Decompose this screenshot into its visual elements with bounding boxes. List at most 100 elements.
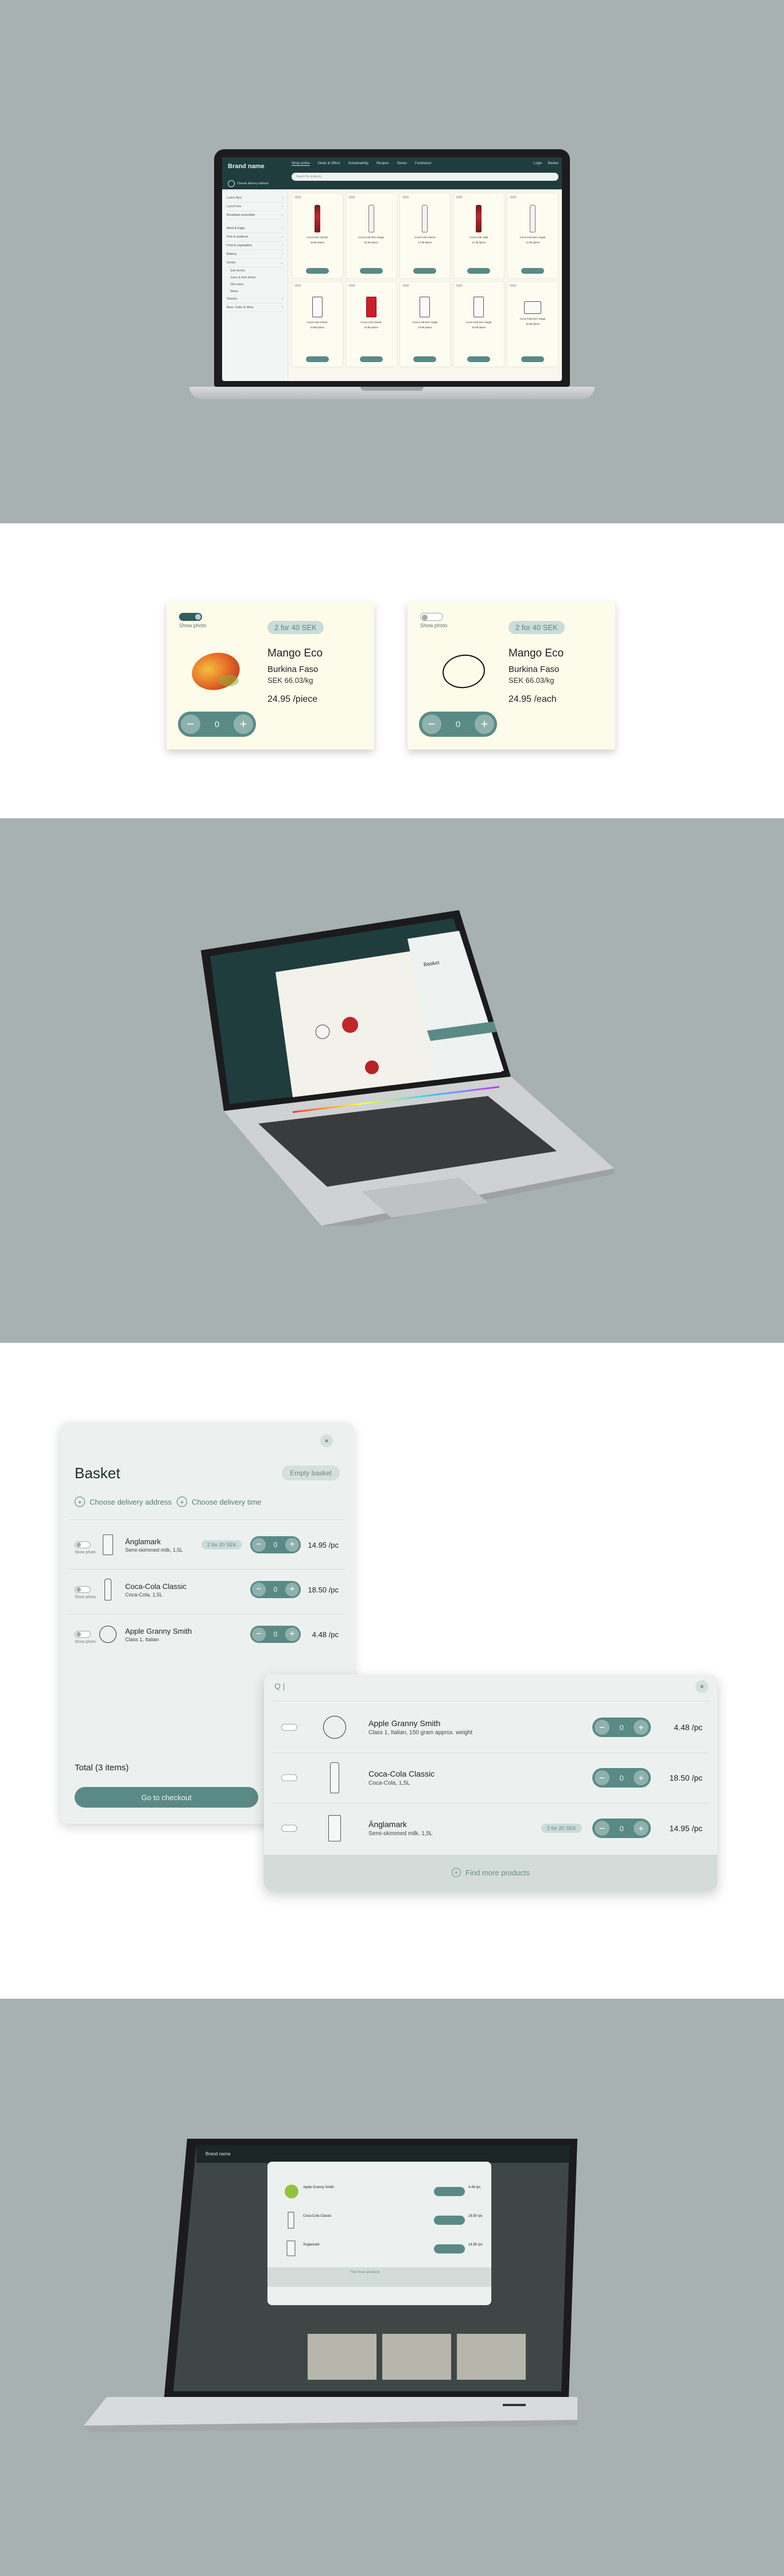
empty-basket-button[interactable]: Empty basket [282, 1466, 340, 1481]
product-card[interactable]: Coca-Cola Light 17.95 /piece [453, 193, 505, 279]
show-photo-toggle[interactable] [75, 1541, 91, 1548]
sidebar-item[interactable]: Beer, Cider & Wine › [227, 304, 283, 312]
quantity-stepper[interactable] [467, 356, 491, 362]
nav-fundraiser[interactable]: Fundraiser [415, 162, 432, 166]
sidebar-subitem[interactable]: Still water [227, 281, 283, 288]
nav-sustainability[interactable]: Sustainability [348, 162, 368, 166]
sidebar-item[interactable]: Lunch box › [227, 203, 283, 211]
sidebar-item[interactable]: Fruit & vegetables › [227, 242, 283, 250]
delivery-address[interactable]: Choose delivery address [222, 180, 288, 187]
plus-button[interactable]: + [285, 1583, 299, 1596]
show-photo-toggle[interactable] [456, 196, 463, 199]
sidebar-item[interactable]: Snacks › [227, 295, 283, 304]
show-photo-toggle[interactable] [348, 284, 355, 287]
product-card-photo[interactable]: Show photo 2 for 40 SEK Mango Eco Burkin… [166, 601, 374, 749]
nav-stores[interactable]: Stores [397, 162, 407, 166]
product-card[interactable]: Coca-Cola Zero Sugar 10.95 /piece [453, 281, 505, 367]
quantity-stepper[interactable] [359, 268, 383, 274]
sidebar-item[interactable]: Fish & seafood › [227, 233, 283, 242]
show-photo-toggle[interactable] [510, 284, 517, 287]
checkout-button[interactable]: Go to checkout [75, 1787, 258, 1808]
chevron-right-icon: › [282, 252, 283, 256]
sidebar-item[interactable]: Bakery › [227, 250, 283, 259]
sidebar-item[interactable]: Lunch Box › [227, 194, 283, 203]
nav-deals[interactable]: Deals & Offers [318, 162, 340, 166]
minus-button[interactable]: − [252, 1627, 266, 1641]
show-photo-toggle[interactable] [179, 613, 202, 621]
product-card[interactable]: Coca-Cola Classic 17.95 /piece [399, 193, 451, 279]
plus-button[interactable]: + [234, 714, 253, 734]
product-card[interactable]: Coca-Cola Zero Sugar 17.95 /piece [507, 193, 558, 279]
row-text: Coca-Cola Classic Coca-Cola, 1,5L [119, 1582, 187, 1598]
quantity-stepper[interactable] [467, 268, 491, 274]
show-photo-toggle[interactable] [75, 1631, 91, 1638]
sidebar-item-label: Lunch box [227, 205, 242, 208]
minus-button[interactable]: − [595, 1821, 610, 1836]
product-price: 10.95 /piece [310, 326, 325, 329]
show-photo-toggle[interactable] [294, 284, 301, 287]
minus-button[interactable]: − [252, 1583, 266, 1596]
plus-button[interactable]: + [633, 1770, 649, 1785]
show-photo-toggle[interactable] [402, 284, 409, 287]
minus-button[interactable]: − [181, 714, 200, 734]
show-photo-toggle[interactable] [348, 196, 355, 199]
brand-name[interactable]: Brand name [222, 157, 288, 176]
login-link[interactable]: Login [534, 162, 542, 166]
product-card-outline[interactable]: Show photo 2 for 40 SEK Mango Eco Burkin… [407, 601, 615, 749]
sidebar-item[interactable]: Breakfast essentials › [227, 211, 283, 220]
quantity-stepper[interactable] [359, 356, 383, 362]
nav-recipes[interactable]: Recipes [377, 162, 389, 166]
product-card[interactable]: Coca-Cola Zero Sugar 10.95 /piece [507, 281, 558, 367]
plus-button[interactable]: + [475, 714, 494, 734]
mango-photo [192, 652, 240, 690]
overlay-brand-name: Brand name [205, 2151, 231, 2157]
product-card[interactable]: Coca-Cola Classic 10.95 /piece [292, 281, 343, 367]
close-button[interactable]: × [320, 1435, 333, 1447]
basket-link[interactable]: Basket [548, 162, 558, 166]
close-button[interactable]: × [696, 1680, 708, 1693]
quantity-stepper: − 0 + [592, 1768, 651, 1788]
chevron-right-icon: › [282, 227, 283, 230]
quantity-stepper[interactable] [413, 268, 437, 274]
plus-button[interactable]: + [285, 1538, 299, 1552]
minus-button[interactable]: − [252, 1538, 266, 1552]
show-photo-toggle[interactable] [456, 284, 463, 287]
show-photo-toggle[interactable] [75, 1586, 91, 1593]
search-input[interactable]: Search for products [292, 173, 558, 181]
plus-button[interactable]: + [633, 1720, 649, 1735]
show-photo-toggle[interactable] [420, 613, 443, 621]
show-photo-toggle[interactable] [402, 196, 409, 199]
choose-delivery-time-link[interactable]: + Choose delivery time [177, 1497, 261, 1507]
quantity-stepper[interactable] [413, 356, 437, 362]
show-photo-toggle[interactable] [281, 1774, 297, 1781]
sidebar-subitem[interactable]: Water [227, 288, 283, 295]
quantity-stepper[interactable] [521, 356, 545, 362]
quantity-stepper[interactable] [521, 268, 545, 274]
minus-button[interactable]: − [422, 714, 441, 734]
product-card[interactable]: Coca-Cola Zero Sugar 18.50 /piece [345, 193, 397, 279]
choose-delivery-address-link[interactable]: + Choose delivery address [75, 1497, 172, 1507]
product-card[interactable]: Coca-Cola Classic 10.95 /piece [345, 281, 397, 367]
sidebar-subitem[interactable]: Juice & fruit drinks [227, 274, 283, 281]
show-photo-toggle[interactable] [281, 1724, 297, 1731]
product-card[interactable]: Coca-Cola Classic 16.50 /piece [292, 193, 343, 279]
plus-button[interactable]: + [633, 1821, 649, 1836]
search-input[interactable]: Q | [274, 1681, 285, 1691]
hero-laptop-section: Brand name Choose delivery address Shop … [0, 0, 784, 523]
sidebar-item[interactable]: Meat & Eggs › [227, 224, 283, 233]
show-photo-toggle[interactable] [510, 196, 517, 199]
quantity-stepper[interactable] [305, 268, 329, 274]
sidebar-subitem[interactable]: Soft drinks [227, 267, 283, 274]
can-image [420, 297, 430, 317]
quantity-stepper[interactable] [305, 356, 329, 362]
sidebar-item-drinks[interactable]: Drinks ⌄ [227, 259, 283, 267]
plus-button[interactable]: + [285, 1627, 299, 1641]
overlay-find-more-button[interactable]: Find more products [350, 2271, 380, 2274]
minus-button[interactable]: − [595, 1770, 610, 1785]
minus-button[interactable]: − [595, 1720, 610, 1735]
find-more-products-button[interactable]: + Find more products [264, 1855, 717, 1890]
show-photo-toggle[interactable] [281, 1825, 297, 1832]
nav-shop-online[interactable]: Shop online [292, 162, 310, 166]
show-photo-toggle[interactable] [294, 196, 301, 199]
product-card[interactable]: Coca-Cola Zero Sugar 10.95 /piece [399, 281, 451, 367]
